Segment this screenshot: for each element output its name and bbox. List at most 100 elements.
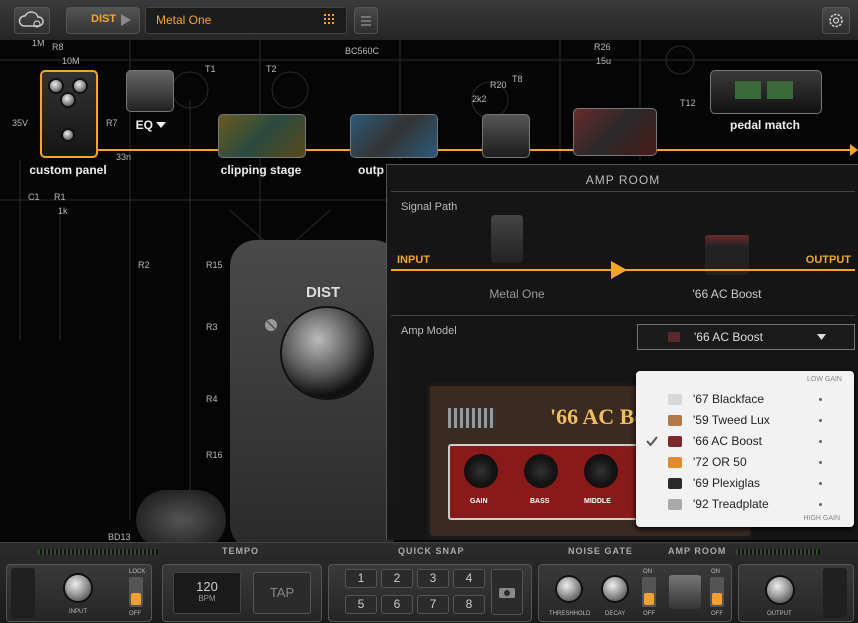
clipping-stage-label: clipping stage [220, 163, 302, 177]
output-knob[interactable] [767, 577, 793, 603]
amp-model-select[interactable]: '66 AC Boost [637, 324, 855, 350]
snap-button[interactable]: 6 [381, 595, 413, 614]
footswitch[interactable] [136, 490, 226, 542]
circuit-module[interactable] [573, 108, 657, 156]
svg-text:R16: R16 [206, 450, 223, 460]
svg-text:R8: R8 [52, 42, 64, 52]
cloud-icon [18, 11, 44, 28]
preset-name: Metal One [156, 13, 212, 27]
tone-module[interactable] [482, 114, 530, 158]
noise-gate-section: THRESHHOLD DECAY ON OFF ON OFF [538, 564, 732, 622]
quick-snap-section: 1 2 3 4 5 6 7 8 [328, 564, 532, 622]
threshold-knob[interactable] [557, 577, 581, 601]
svg-text:T8: T8 [512, 74, 523, 84]
gain-knob[interactable] [282, 308, 372, 398]
gate-off-label: OFF [643, 611, 655, 617]
signal-arrow-icon [611, 261, 627, 279]
eq-module[interactable] [126, 70, 174, 112]
tempo-section: 120 BPM TAP [162, 564, 322, 622]
snap-button[interactable]: 5 [345, 595, 377, 614]
amp-option[interactable]: '69 Plexiglas [636, 473, 854, 494]
pedal-thumb-button[interactable]: DIST [66, 7, 140, 34]
eq-label[interactable]: EQ [126, 118, 176, 132]
svg-text:1M: 1M [32, 40, 45, 48]
settings-icon [829, 13, 843, 28]
amp-model-dropdown: LOW GAIN '67 Blackface '59 Tweed Lux '66… [636, 371, 854, 527]
amp-option-swatch [668, 499, 682, 510]
bottom-bar: TEMPO QUICK SNAP NOISE GATE AMP ROOM INP… [0, 542, 858, 623]
amp-option[interactable]: '72 OR 50 [636, 452, 854, 473]
amp-bass-knob[interactable] [526, 456, 556, 486]
custom-panel-module[interactable] [40, 70, 98, 158]
amp-model-label: Amp Model [401, 325, 457, 337]
decay-knob[interactable] [603, 577, 627, 601]
cloud-button[interactable] [14, 7, 50, 34]
grid-icon[interactable] [324, 14, 336, 26]
pedal-match-label: pedal match [729, 118, 801, 132]
amp-model-value: '66 AC Boost [694, 330, 763, 344]
custom-panel-label: custom panel [29, 163, 107, 177]
noise-gate-toggle[interactable] [642, 577, 656, 607]
preset-selector[interactable]: Metal One [145, 7, 347, 34]
menu-button[interactable] [354, 7, 378, 34]
snap-button[interactable]: 8 [453, 595, 485, 614]
snap-button[interactable]: 1 [345, 569, 377, 588]
svg-text:R4: R4 [206, 394, 218, 404]
output-label: outp [358, 163, 384, 177]
amp-option[interactable]: '92 Treadplate [636, 494, 854, 515]
snap-button[interactable]: 3 [417, 569, 449, 588]
amp-room-title: AMP ROOM [585, 173, 661, 187]
svg-text:R26: R26 [594, 42, 611, 52]
svg-text:R2: R2 [138, 260, 150, 270]
amp-middle-label: MIDDLE [584, 498, 611, 505]
amp-middle-knob[interactable] [586, 456, 616, 486]
amp-option-swatch [668, 478, 682, 489]
svg-text:BD13: BD13 [108, 532, 131, 542]
tap-button[interactable]: TAP [253, 572, 311, 614]
amp-gain-knob[interactable] [466, 456, 496, 486]
signal-pedal-thumb[interactable] [491, 215, 523, 263]
svg-text:15u: 15u [596, 56, 611, 66]
lock-toggle[interactable] [129, 577, 143, 607]
amp-option[interactable]: '59 Tweed Lux [636, 410, 854, 431]
svg-text:1k: 1k [58, 206, 68, 216]
signal-amp-name: '66 AC Boost [692, 287, 762, 301]
svg-text:10M: 10M [62, 56, 80, 66]
high-gain-label: HIGH GAIN [803, 515, 840, 522]
lock-label: LOCK [129, 569, 146, 575]
bpm-display[interactable]: 120 BPM [173, 572, 241, 614]
output-module[interactable] [350, 114, 438, 158]
snap-button[interactable]: 4 [453, 569, 485, 588]
amp-face-title: '66 AC Bo [550, 404, 646, 429]
amp-room-footswitch[interactable] [669, 575, 701, 609]
amp-option-selected[interactable]: '66 AC Boost [636, 431, 854, 452]
svg-text:C1: C1 [28, 192, 40, 202]
amp-option-swatch [668, 415, 682, 426]
input-knob-label: INPUT [69, 609, 87, 615]
svg-text:R7: R7 [106, 118, 118, 128]
clipping-stage-module[interactable] [218, 114, 306, 158]
svg-text:33n: 33n [116, 152, 131, 162]
signal-path-label: Signal Path [401, 201, 458, 213]
settings-button[interactable] [822, 7, 850, 34]
amp-room-toggle[interactable] [710, 577, 724, 607]
noise-gate-header: NOISE GATE [568, 546, 633, 556]
snap-button[interactable]: 7 [417, 595, 449, 614]
decay-label: DECAY [605, 611, 626, 617]
amp-gain-label: GAIN [470, 498, 488, 505]
input-knob[interactable] [65, 575, 91, 601]
snapshot-button[interactable] [491, 569, 523, 615]
play-icon [121, 14, 131, 26]
output-meter [736, 549, 820, 555]
bpm-unit: BPM [198, 594, 216, 603]
gate-on-label: ON [643, 569, 652, 575]
input-meter [38, 549, 158, 555]
bpm-value: 120 [196, 579, 218, 594]
amp-option[interactable]: '67 Blackface [636, 389, 854, 410]
threshold-label: THRESHHOLD [549, 611, 591, 617]
amp-option-swatch [668, 457, 682, 468]
low-gain-label: LOW GAIN [806, 376, 842, 383]
snap-button[interactable]: 2 [381, 569, 413, 588]
pedal-match-module[interactable] [710, 70, 822, 114]
signal-arrow [850, 144, 858, 156]
